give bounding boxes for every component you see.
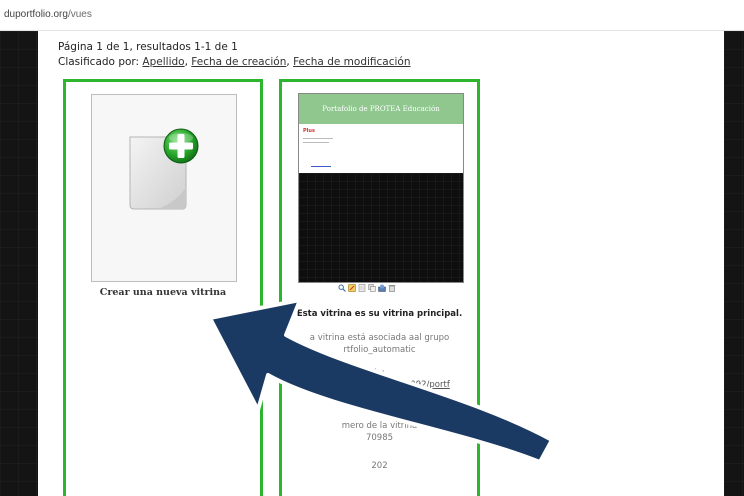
url-path: /vues [67, 9, 92, 20]
sort-by-lastname-link[interactable]: Apellido [142, 56, 184, 68]
date-info: 202 [282, 460, 477, 472]
thumbnail-text-line [303, 142, 329, 143]
new-showcase-label[interactable]: Crear una nueva vitrina [66, 287, 260, 298]
main-content: Página 1 de 1, resultados 1-1 de 1 Clasi… [38, 31, 724, 496]
showcase-card: Portafolio de PROTEA Educación Plus Esta… [279, 79, 480, 496]
group-line-2: rtfolio_automatic [343, 345, 416, 355]
page-background-left [0, 31, 38, 496]
edit-icon[interactable] [348, 284, 356, 292]
share-icon[interactable] [378, 284, 386, 292]
date-fragment: 202 [371, 461, 388, 471]
showcase-toolbar [338, 284, 396, 294]
thumbnail-heading: Plus [303, 128, 315, 134]
showcase-url-link-part1[interactable]: p://eduportfolio.org/135092/portf [309, 380, 450, 390]
number-value: 70985 [365, 433, 394, 443]
number-info: mero de la vitrina 70985 [282, 420, 477, 444]
url-info: L : p://eduportfolio.org/135092/portf ol… [282, 367, 477, 403]
copy-icon[interactable] [358, 284, 366, 292]
magnifier-icon[interactable] [338, 284, 346, 292]
number-label: mero de la vitrina [341, 421, 418, 431]
browser-address-bar[interactable]: duportfolio.org/vues [0, 0, 744, 31]
new-showcase-card[interactable]: Crear una nueva vitrina [63, 79, 263, 496]
pagination-info: Página 1 de 1, resultados 1-1 de 1 [58, 41, 238, 53]
showcase-thumbnail[interactable]: Portafolio de PROTEA Educación Plus [298, 93, 464, 283]
thumbnail-page: Plus [299, 124, 463, 173]
duplicate-icon[interactable] [368, 284, 376, 292]
sort-by-modified-link[interactable]: Fecha de modificación [293, 56, 410, 68]
url-label: L : [374, 368, 385, 378]
sort-label: Clasificado por: [58, 56, 140, 68]
plus-circle-icon [163, 128, 199, 164]
sort-bar: Clasificado por: Apellido, Fecha de crea… [58, 56, 411, 68]
group-info: a vitrina está asociada aal grupo rtfoli… [282, 332, 477, 356]
url-text[interactable]: duportfolio.org/vues [4, 9, 92, 20]
trash-icon[interactable] [388, 284, 396, 292]
new-showcase-thumbnail[interactable] [91, 94, 237, 282]
thumbnail-text-line [303, 138, 333, 139]
thumbnail-banner: Portafolio de PROTEA Educación [299, 94, 463, 124]
thumbnail-dark-area [299, 173, 463, 282]
thumbnail-title: Portafolio de PROTEA Educación [322, 105, 440, 113]
url-host: duportfolio.org [4, 9, 68, 20]
primary-showcase-text: Esta vitrina es su vitrina principal. [296, 309, 463, 319]
group-line-1: a vitrina está asociada aal grupo [309, 333, 450, 343]
thumbnail-link-line [311, 166, 331, 167]
showcase-url-link-part2[interactable]: olio_automatic [348, 392, 410, 402]
sort-by-created-link[interactable]: Fecha de creación [191, 56, 286, 68]
page-background-right [724, 31, 744, 496]
